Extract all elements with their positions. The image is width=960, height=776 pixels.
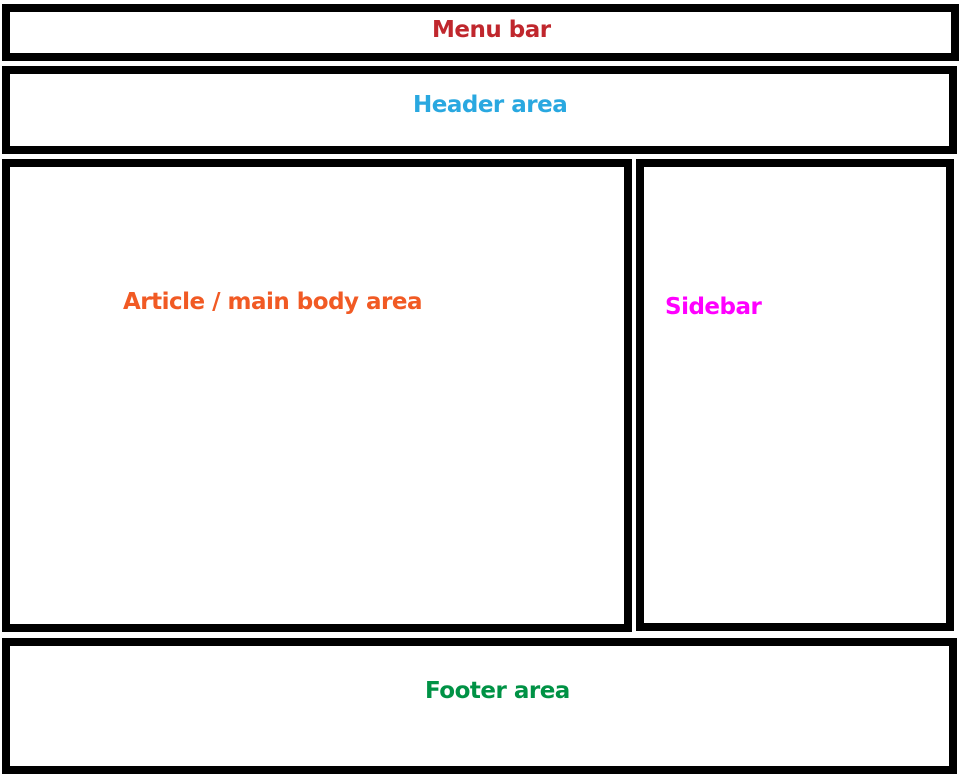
article-region: [2, 159, 632, 632]
footer-area-label: Footer area: [425, 678, 570, 704]
article-area-label: Article / main body area: [123, 289, 423, 315]
menu-bar-label: Menu bar: [432, 17, 551, 43]
sidebar-label: Sidebar: [665, 294, 762, 320]
sidebar-region: [636, 159, 954, 631]
header-area-label: Header area: [413, 92, 568, 118]
footer-region: [2, 638, 957, 774]
